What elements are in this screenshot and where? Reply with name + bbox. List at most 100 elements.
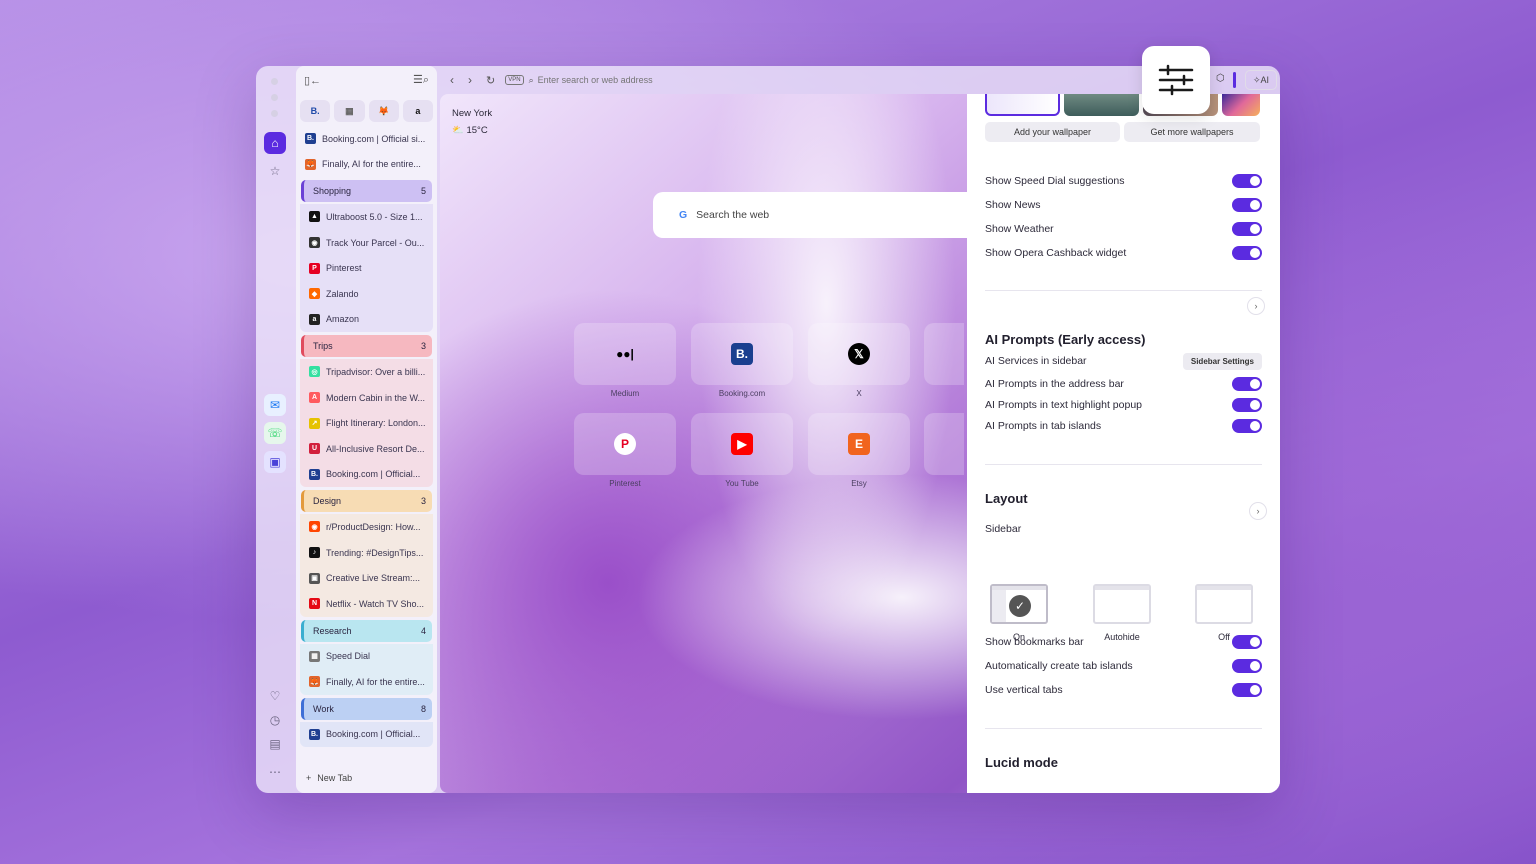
home-icon[interactable]: ⌂ [264, 132, 286, 154]
window-dot[interactable] [271, 94, 278, 101]
tab-title: Pinterest [326, 263, 362, 274]
layout-option-autohide[interactable] [1093, 584, 1151, 624]
speed-dial-label: Booking.com [718, 389, 766, 398]
tab-item[interactable]: ◉ Track Your Parcel - Ou... [300, 230, 433, 256]
back-icon[interactable]: ‹ [450, 73, 454, 87]
chevron-right-icon[interactable]: › [1249, 502, 1267, 520]
favicon-icon: ▣ [309, 572, 320, 584]
tab-title: Zalando [326, 288, 359, 299]
window-dot[interactable] [271, 110, 278, 117]
tab-title: Tripadvisor: Over a billi... [326, 366, 426, 377]
pinned-tab[interactable]: 🦊 [368, 100, 399, 122]
wallpaper-thumb[interactable] [1064, 94, 1139, 116]
tab-item[interactable]: ▦ Speed Dial [300, 644, 433, 670]
tab-item[interactable]: B. Booking.com | Official si... [296, 126, 437, 152]
layout-option-off[interactable] [1195, 584, 1253, 624]
site-logo-icon: E [848, 433, 870, 455]
speed-dial-label: Etsy [851, 479, 867, 488]
toggle-switch[interactable] [1232, 398, 1262, 412]
whatsapp-icon[interactable]: ☏ [264, 422, 286, 444]
weather-widget[interactable]: ⛅ 15°C [452, 125, 488, 136]
setting-row: Use vertical tabs [985, 682, 1262, 698]
forward-icon[interactable]: › [468, 73, 472, 87]
tab-island-header[interactable]: Work 8 [301, 697, 432, 720]
tab-island-header[interactable]: Trips 3 [301, 335, 432, 358]
tab-island-count: 5 [420, 186, 426, 197]
toggle-switch[interactable] [1232, 198, 1262, 212]
toggle-switch[interactable] [1232, 683, 1262, 697]
tab-island-header[interactable]: Design 3 [301, 490, 432, 513]
star-icon[interactable]: ☆ [264, 160, 286, 182]
tab-item[interactable]: 🦊 Finally, AI for the entire... [300, 669, 433, 695]
tab-item[interactable]: ♪ Trending: #DesignTips... [300, 540, 433, 566]
more-icon[interactable]: ⋯ [264, 761, 286, 783]
sidebar-settings-button[interactable]: Sidebar Settings [1182, 352, 1262, 370]
toggle-switch[interactable] [1232, 222, 1262, 236]
tab-item[interactable]: ▲ Ultraboost 5.0 - Size 1... [300, 204, 433, 230]
speed-dial-tile[interactable]: E [808, 413, 910, 475]
reload-icon[interactable]: ↻ [486, 74, 495, 87]
pinned-tab[interactable]: B. [300, 100, 331, 122]
tab-item[interactable]: ▣ Creative Live Stream:... [300, 565, 433, 591]
tab-item[interactable]: ◆ Zalando [300, 281, 433, 307]
ai-button[interactable]: ✧ AI [1245, 70, 1277, 90]
tab-island-header[interactable]: Shopping 5 [301, 180, 432, 203]
pinned-tab[interactable]: a [402, 100, 433, 122]
toggle-switch[interactable] [1232, 419, 1262, 433]
tab-item[interactable]: a Amazon [300, 307, 433, 333]
more-wallpapers-button[interactable]: Get more wallpapers [1124, 122, 1260, 142]
toggle-switch[interactable] [1232, 377, 1262, 391]
setting-row: AI Prompts in the address bar [985, 376, 1262, 392]
layout-option-on[interactable]: ✓ [990, 584, 1048, 624]
layout-heading: Layout [985, 491, 1028, 506]
tab-item[interactable]: B. Booking.com | Official... [300, 462, 433, 488]
speed-dial-tile[interactable]: ▶ [691, 413, 793, 475]
tab-item[interactable]: ◎ Tripadvisor: Over a billi... [300, 359, 433, 385]
favicon-icon: B. [309, 468, 320, 480]
setting-label: Show Opera Cashback widget [985, 247, 1127, 259]
speed-dial-tile[interactable]: 𝕏 [808, 323, 910, 385]
gift-icon[interactable]: ▤ [264, 733, 286, 755]
search-box[interactable]: G Search the web [653, 192, 983, 238]
tab-item[interactable]: A Modern Cabin in the W... [300, 385, 433, 411]
speed-dial-tile[interactable]: B. [691, 323, 793, 385]
messenger-icon[interactable]: ✉ [264, 394, 286, 416]
window-dot[interactable] [271, 78, 278, 85]
google-icon: G [679, 209, 688, 221]
wallpaper-thumb[interactable] [1222, 94, 1260, 116]
speed-dial-tile[interactable]: ●●| [574, 323, 676, 385]
toggle-switch[interactable] [1232, 246, 1262, 260]
tab-item[interactable]: 🦊 Finally, AI for the entire... [296, 152, 437, 178]
easy-setup-button[interactable] [1142, 46, 1210, 114]
tab-item[interactable]: ↗ Flight Itinerary: London... [300, 410, 433, 436]
add-wallpaper-button[interactable]: Add your wallpaper [985, 122, 1120, 142]
speed-dial-tile[interactable]: P [574, 413, 676, 475]
tab-item[interactable]: U All-Inclusive Resort De... [300, 436, 433, 462]
collapse-panel-icon[interactable]: ▯← [304, 74, 321, 87]
tab-item[interactable]: N Netflix - Watch TV Sho... [300, 591, 433, 617]
tab-item[interactable]: B. Booking.com | Official... [300, 722, 433, 748]
favicon-icon: a [309, 313, 320, 325]
setting-row: Show News [985, 197, 1262, 213]
player-icon[interactable]: ▣ [264, 451, 286, 473]
tab-island-header[interactable]: Research 4 [301, 619, 432, 642]
cloud-sun-icon: ⛅ [452, 125, 464, 136]
toggle-switch[interactable] [1232, 635, 1262, 649]
wallpaper-thumb-selected[interactable] [985, 94, 1060, 116]
chevron-right-icon[interactable]: › [1247, 297, 1265, 315]
address-input[interactable] [537, 75, 938, 85]
tab-item[interactable]: ◉ r/ProductDesign: How... [300, 514, 433, 540]
clock-icon[interactable]: ◷ [264, 709, 286, 731]
toggle-switch[interactable] [1232, 659, 1262, 673]
pinned-tab[interactable]: ▦ [334, 100, 365, 122]
tab-search-icon[interactable]: ☰⌕ [413, 73, 429, 87]
speed-dial-tile[interactable] [924, 413, 964, 475]
toggle-switch[interactable] [1232, 174, 1262, 188]
new-tab-button[interactable]: + New Tab [296, 763, 437, 793]
vpn-badge[interactable]: VPN [505, 75, 524, 85]
speed-dial-tile[interactable] [924, 323, 964, 385]
tab-item[interactable]: P Pinterest [300, 255, 433, 281]
heart-icon[interactable]: ♡ [264, 685, 286, 707]
pinned-tabs: B. ▦ 🦊 a [296, 94, 437, 126]
extensions-icon[interactable]: ⬡ [1216, 73, 1225, 84]
